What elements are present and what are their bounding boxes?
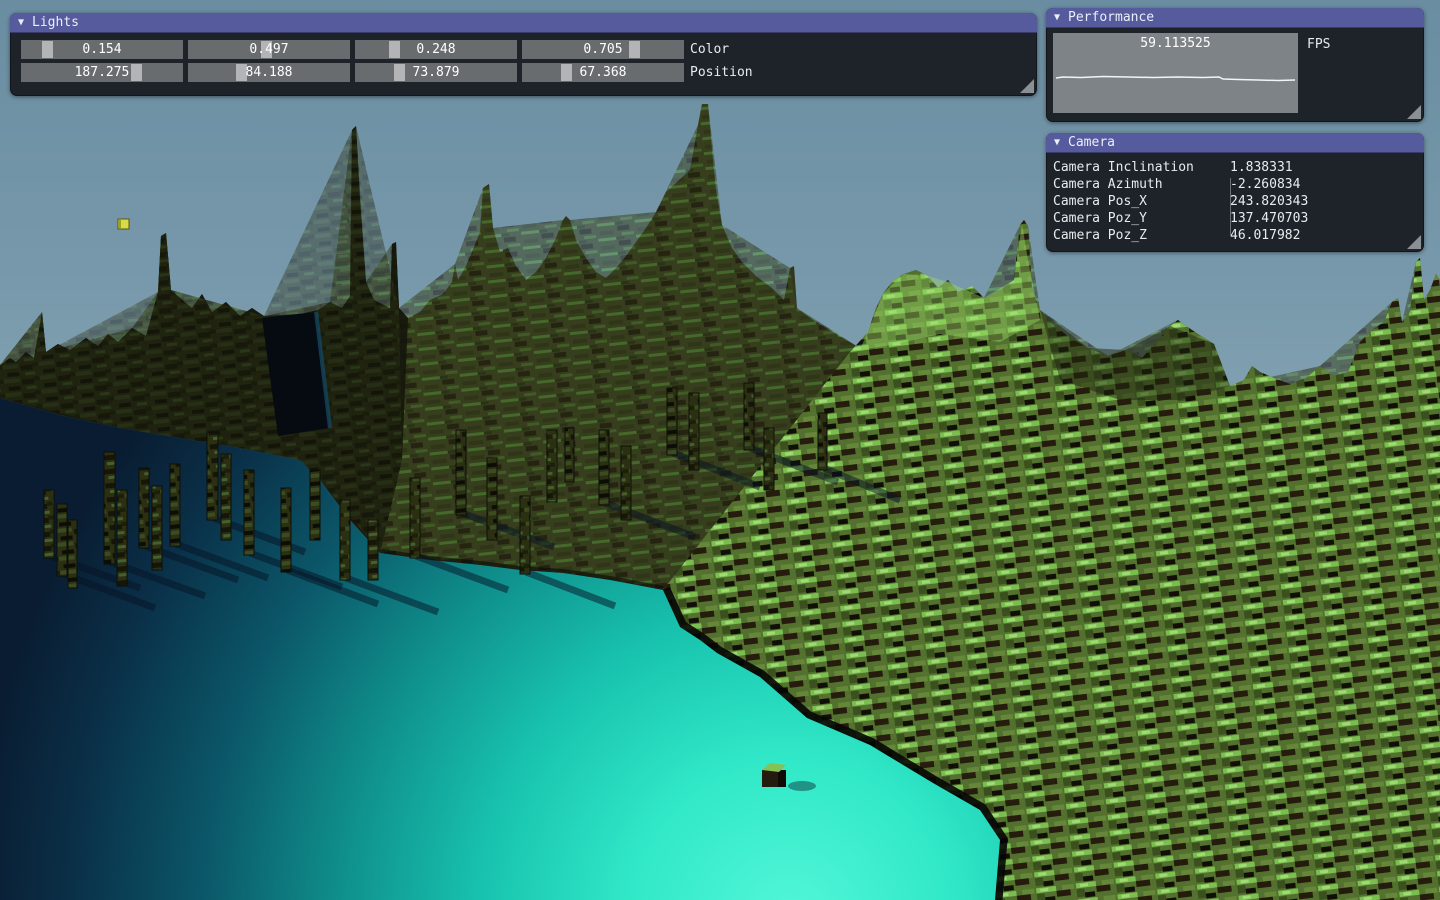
camera-row-value[interactable]: 46.017982 bbox=[1230, 227, 1424, 244]
camera-panel-header[interactable]: ▼ Camera bbox=[1046, 133, 1424, 153]
label-value-divider bbox=[1230, 178, 1231, 236]
slider-handle[interactable] bbox=[131, 64, 142, 81]
light-position-slider-4[interactable]: 67.368 bbox=[522, 63, 684, 82]
light-marker-cube bbox=[118, 219, 129, 229]
camera-row-azimuth: Camera Azimuth -2.260834 bbox=[1053, 176, 1424, 193]
slider-value: 67.368 bbox=[522, 63, 684, 82]
color-row-label: Color bbox=[690, 40, 729, 59]
slider-handle[interactable] bbox=[629, 41, 640, 58]
slider-handle[interactable] bbox=[42, 41, 53, 58]
panel-title: Camera bbox=[1068, 133, 1115, 153]
camera-row-label: Camera Pos_X bbox=[1053, 193, 1230, 210]
position-row-label: Position bbox=[690, 63, 753, 82]
light-color-slider-3[interactable]: 0.248 bbox=[355, 40, 517, 59]
light-position-slider-3[interactable]: 73.879 bbox=[355, 63, 517, 82]
light-color-slider-1[interactable]: 0.154 bbox=[21, 40, 183, 59]
light-position-slider-1[interactable]: 187.275 bbox=[21, 63, 183, 82]
slider-value: 73.879 bbox=[355, 63, 517, 82]
lights-panel: ▼ Lights 0.154 0.497 0.248 0.705 Color bbox=[10, 13, 1037, 96]
performance-panel: ▼ Performance 59.113525 FPS bbox=[1046, 8, 1424, 122]
collapse-icon[interactable]: ▼ bbox=[18, 13, 24, 33]
resize-grip[interactable] bbox=[1407, 235, 1421, 249]
slider-handle[interactable] bbox=[389, 41, 400, 58]
slider-value: 84.188 bbox=[188, 63, 350, 82]
camera-panel-body: Camera Inclination 1.838331 Camera Azimu… bbox=[1046, 153, 1424, 244]
camera-row-pos-x: Camera Pos_X 243.820343 bbox=[1053, 193, 1424, 210]
color-slider-row: 0.154 0.497 0.248 0.705 Color bbox=[21, 40, 1037, 59]
collapse-icon[interactable]: ▼ bbox=[1054, 8, 1060, 28]
camera-row-value[interactable]: 137.470703 bbox=[1230, 210, 1424, 227]
slider-value: 0.705 bbox=[522, 40, 684, 59]
position-slider-row: 187.275 84.188 73.879 67.368 Position bbox=[21, 63, 1037, 82]
lights-panel-body: 0.154 0.497 0.248 0.705 Color 187.275 bbox=[10, 40, 1037, 82]
panel-title: Lights bbox=[32, 13, 79, 33]
light-position-slider-2[interactable]: 84.188 bbox=[188, 63, 350, 82]
slider-handle[interactable] bbox=[561, 64, 572, 81]
slider-value: 187.275 bbox=[21, 63, 183, 82]
camera-row-value[interactable]: 243.820343 bbox=[1230, 193, 1424, 210]
fps-label: FPS bbox=[1307, 37, 1330, 52]
panel-title: Performance bbox=[1068, 8, 1154, 28]
camera-panel: ▼ Camera Camera Inclination 1.838331 Cam… bbox=[1046, 133, 1424, 252]
performance-panel-header[interactable]: ▼ Performance bbox=[1046, 8, 1424, 28]
fps-graph: 59.113525 bbox=[1053, 33, 1298, 113]
camera-row-label: Camera Poz_Y bbox=[1053, 210, 1230, 227]
camera-row-value[interactable]: 1.838331 bbox=[1230, 159, 1424, 176]
camera-row-label: Camera Inclination bbox=[1053, 159, 1230, 176]
slider-handle[interactable] bbox=[394, 64, 405, 81]
fps-value: 59.113525 bbox=[1053, 36, 1298, 51]
resize-grip[interactable] bbox=[1407, 105, 1421, 119]
camera-row-inclination: Camera Inclination 1.838331 bbox=[1053, 159, 1424, 176]
resize-grip[interactable] bbox=[1020, 79, 1034, 93]
light-color-slider-4[interactable]: 0.705 bbox=[522, 40, 684, 59]
lights-panel-header[interactable]: ▼ Lights bbox=[10, 13, 1037, 33]
light-color-slider-2[interactable]: 0.497 bbox=[188, 40, 350, 59]
camera-row-label: Camera Azimuth bbox=[1053, 176, 1230, 193]
camera-row-value[interactable]: -2.260834 bbox=[1230, 176, 1424, 193]
slider-handle[interactable] bbox=[261, 41, 272, 58]
camera-row-label: Camera Poz_Z bbox=[1053, 227, 1230, 244]
collapse-icon[interactable]: ▼ bbox=[1054, 133, 1060, 153]
camera-row-pos-z: Camera Poz_Z 46.017982 bbox=[1053, 227, 1424, 244]
slider-handle[interactable] bbox=[236, 64, 247, 81]
camera-row-pos-y: Camera Poz_Y 137.470703 bbox=[1053, 210, 1424, 227]
slider-value: 0.248 bbox=[355, 40, 517, 59]
